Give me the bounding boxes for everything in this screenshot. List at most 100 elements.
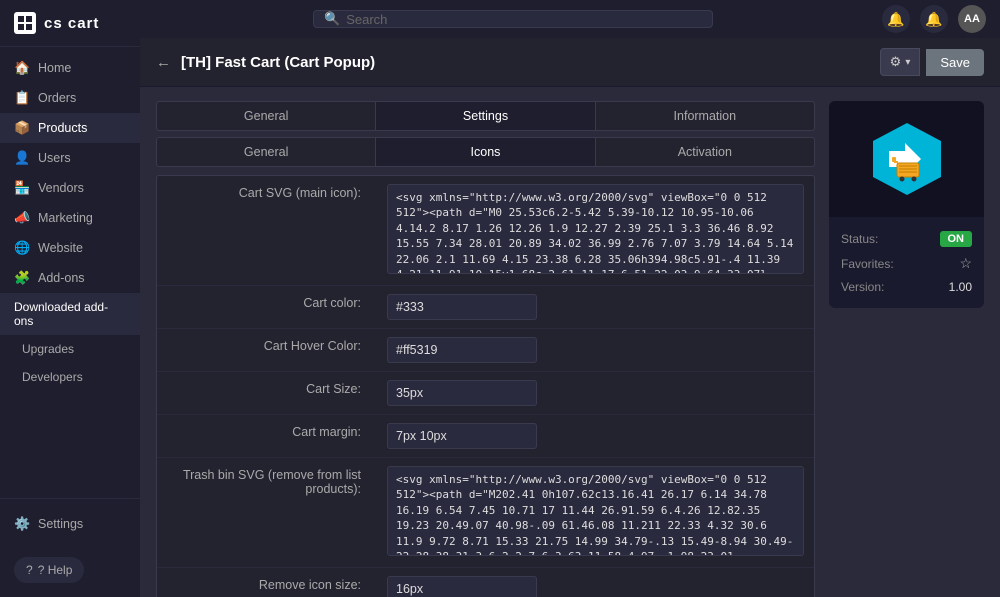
cart-color-input[interactable] <box>387 294 537 320</box>
form-row-cart-margin: Cart margin: <box>157 415 814 458</box>
version-value: 1.00 <box>949 280 972 294</box>
sidebar-item-website[interactable]: 🌐 Website <box>0 233 140 263</box>
products-icon: 📦 <box>14 120 30 136</box>
sidebar-item-vendors[interactable]: 🏪 Vendors <box>0 173 140 203</box>
search-bar: 🔍 <box>313 10 713 28</box>
cart-color-label: Cart color: <box>157 286 377 320</box>
cart-size-label: Cart Size: <box>157 372 377 406</box>
cart-svg-input[interactable]: <svg xmlns="http://www.w3.org/2000/svg" … <box>387 184 804 274</box>
home-icon: 🏠 <box>14 60 30 76</box>
search-input[interactable] <box>346 12 702 27</box>
status-label: Status: <box>841 232 878 246</box>
sidebar-item-label: Marketing <box>38 211 93 225</box>
topbar: 🔍 🔔 🔔 AA <box>140 0 1000 38</box>
alerts-icon[interactable]: 🔔 <box>920 5 948 33</box>
sidebar-item-products[interactable]: 📦 Products <box>0 113 140 143</box>
sidebar-logo: cs cart <box>0 0 140 47</box>
sidebar-item-upgrades[interactable]: Upgrades <box>0 335 140 363</box>
sidebar-help: ? ? Help <box>0 549 140 597</box>
sidebar-item-users[interactable]: 👤 Users <box>0 143 140 173</box>
tab-row-1: General Settings Information <box>156 101 815 131</box>
form-row-trash-svg: Trash bin SVG (remove from list products… <box>157 458 814 568</box>
sidebar-item-developers[interactable]: Developers <box>0 363 140 391</box>
tab-general2[interactable]: General <box>157 138 376 166</box>
search-container: 🔍 <box>154 10 872 28</box>
users-icon: 👤 <box>14 150 30 166</box>
cart-hover-label: Cart Hover Color: <box>157 329 377 363</box>
notifications-icon[interactable]: 🔔 <box>882 5 910 33</box>
orders-icon: 📋 <box>14 90 30 106</box>
remove-size-input[interactable] <box>387 576 537 597</box>
settings-icon: ⚙️ <box>14 516 30 532</box>
page-header: ← [TH] Fast Cart (Cart Popup) ⚙ ▾ Save <box>140 38 1000 87</box>
cart-hover-input[interactable] <box>387 337 537 363</box>
page-title: [TH] Fast Cart (Cart Popup) <box>181 54 375 71</box>
sidebar-item-marketing[interactable]: 📣 Marketing <box>0 203 140 233</box>
page-content: ← [TH] Fast Cart (Cart Popup) ⚙ ▾ Save G… <box>140 38 1000 597</box>
tab-icons[interactable]: Icons <box>376 138 595 166</box>
meta-row-favorites: Favorites: ☆ <box>841 251 972 276</box>
tab-information[interactable]: Information <box>596 102 814 130</box>
form-row-cart-color: Cart color: <box>157 286 814 329</box>
sidebar: cs cart 🏠 Home 📋 Orders 📦 Products 👤 Use… <box>0 0 140 597</box>
gear-dropdown-button[interactable]: ⚙ ▾ <box>880 48 921 76</box>
cart-margin-label: Cart margin: <box>157 415 377 449</box>
sidebar-item-label: Upgrades <box>22 342 74 356</box>
sidebar-item-orders[interactable]: 📋 Orders <box>0 83 140 113</box>
form-area: General Settings Information General Ico… <box>140 87 1000 597</box>
main-content: 🔍 🔔 🔔 AA ← [TH] Fast Cart (Cart Popup) ⚙ <box>140 0 1000 597</box>
sidebar-settings: ⚙️ Settings <box>0 498 140 549</box>
search-icon: 🔍 <box>324 11 340 27</box>
cart-size-wrap <box>377 372 814 414</box>
addon-icon-area <box>829 101 984 217</box>
form-left: General Settings Information General Ico… <box>156 101 815 597</box>
meta-row-status: Status: ON <box>841 227 972 251</box>
star-icon[interactable]: ☆ <box>959 255 972 272</box>
form-row-cart-svg: Cart SVG (main icon): <svg xmlns="http:/… <box>157 176 814 286</box>
version-label: Version: <box>841 280 884 294</box>
sidebar-item-label: Downloaded add-ons <box>14 300 126 328</box>
sidebar-item-label: Website <box>38 241 83 255</box>
help-circle-icon: ? <box>26 563 33 577</box>
page-header-left: ← [TH] Fast Cart (Cart Popup) <box>156 54 375 71</box>
logo-icon <box>14 12 36 34</box>
form-row-remove-size: Remove icon size: <box>157 568 814 597</box>
gear-icon: ⚙ <box>890 54 902 70</box>
header-actions: ⚙ ▾ Save <box>880 48 984 76</box>
sidebar-item-label: Settings <box>38 517 83 531</box>
sidebar-item-label: Products <box>38 121 87 135</box>
sidebar-item-addons[interactable]: 🧩 Add-ons <box>0 263 140 293</box>
tab-activation[interactable]: Activation <box>596 138 814 166</box>
vendors-icon: 🏪 <box>14 180 30 196</box>
save-button[interactable]: Save <box>926 49 984 76</box>
trash-svg-input[interactable]: <svg xmlns="http://www.w3.org/2000/svg" … <box>387 466 804 556</box>
cart-hover-wrap <box>377 329 814 371</box>
cart-margin-input[interactable] <box>387 423 537 449</box>
marketing-icon: 📣 <box>14 210 30 226</box>
chevron-down-icon: ▾ <box>905 57 910 68</box>
form-row-cart-size: Cart Size: <box>157 372 814 415</box>
form-section: Cart SVG (main icon): <svg xmlns="http:/… <box>156 175 815 597</box>
cart-size-input[interactable] <box>387 380 537 406</box>
sidebar-item-label: Home <box>38 61 71 75</box>
content-area: ← [TH] Fast Cart (Cart Popup) ⚙ ▾ Save G… <box>140 38 1000 597</box>
tab-general[interactable]: General <box>157 102 376 130</box>
sidebar-item-label: Developers <box>22 370 83 384</box>
sidebar-item-settings[interactable]: ⚙️ Settings <box>14 509 126 539</box>
form-row-cart-hover: Cart Hover Color: <box>157 329 814 372</box>
back-button[interactable]: ← <box>156 54 171 71</box>
status-badge: ON <box>940 231 973 247</box>
tab-settings[interactable]: Settings <box>376 102 595 130</box>
addon-meta: Status: ON Favorites: ☆ Version: 1.00 <box>829 217 984 308</box>
sidebar-item-downloaded[interactable]: Downloaded add-ons <box>0 293 140 335</box>
sidebar-item-home[interactable]: 🏠 Home <box>0 53 140 83</box>
topbar-right: 🔔 🔔 AA <box>882 5 986 33</box>
remove-size-label: Remove icon size: <box>157 568 377 597</box>
addon-icon-img <box>867 119 947 199</box>
avatar[interactable]: AA <box>958 5 986 33</box>
right-panel: Status: ON Favorites: ☆ Version: 1.00 <box>829 101 984 597</box>
help-button[interactable]: ? ? Help <box>14 557 84 583</box>
sidebar-item-label: Vendors <box>38 181 84 195</box>
addon-card: Status: ON Favorites: ☆ Version: 1.00 <box>829 101 984 308</box>
favorites-label: Favorites: <box>841 257 894 271</box>
